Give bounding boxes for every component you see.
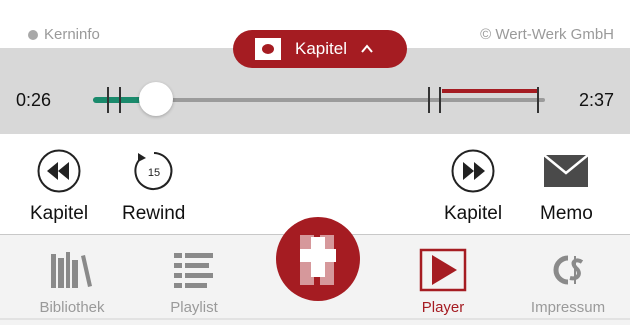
kerninfo-label: Kerninfo: [44, 26, 100, 43]
tab-playlist-label: Playlist: [170, 299, 218, 316]
dot-icon: [28, 29, 38, 40]
forward-double-icon: [450, 148, 496, 194]
chapter-icon: [255, 38, 281, 60]
envelope-icon: [543, 148, 590, 194]
chapter-tick: [428, 87, 430, 113]
tab-bibliothek-label: Bibliothek: [39, 299, 105, 316]
elapsed-time: 0:26: [16, 90, 52, 110]
previous-chapter-label: Kapitel: [30, 203, 89, 224]
tab-impressum-label: Impressum: [530, 299, 606, 316]
list-icon: [170, 247, 218, 293]
play-icon: [419, 247, 467, 293]
tab-playlist[interactable]: Playlist: [144, 235, 244, 319]
tab-bibliothek[interactable]: Bibliothek: [22, 235, 122, 319]
kerninfo-link[interactable]: Kerninfo: [28, 26, 100, 43]
rewind-15-icon: 15: [131, 148, 177, 194]
tab-player[interactable]: Player: [393, 235, 493, 319]
books-icon: [48, 247, 96, 293]
svg-text:15: 15: [148, 167, 160, 179]
next-chapter-button[interactable]: Kapitel: [444, 148, 502, 225]
next-chapter-label: Kapitel: [444, 203, 503, 224]
memo-button[interactable]: Memo: [540, 148, 593, 225]
rewind-double-icon: [36, 148, 82, 194]
previous-chapter-button[interactable]: Kapitel: [30, 148, 88, 225]
chapter-dropdown-button[interactable]: Kapitel: [233, 30, 407, 68]
memo-label: Memo: [540, 203, 593, 224]
copyright-icon: [544, 247, 592, 293]
chapter-tick: [439, 87, 441, 113]
brand-logo-button[interactable]: [276, 217, 360, 301]
copyright-text: © Wert-Werk GmbH: [480, 26, 614, 43]
rewind-label: Rewind: [122, 203, 186, 224]
chapter-tick: [119, 87, 121, 113]
chapter-dropdown-label: Kapitel: [295, 39, 347, 58]
chevron-up-icon: [361, 44, 373, 53]
tab-player-label: Player: [421, 299, 465, 316]
chapter-tick: [537, 87, 539, 113]
bottom-divider: [0, 318, 630, 320]
total-time: 2:37: [578, 90, 614, 110]
cross-logo-icon: [300, 235, 336, 285]
chapter-tick: [107, 87, 109, 113]
chapter-segment-marker: [442, 89, 538, 93]
rewind-button[interactable]: 15 Rewind: [122, 148, 185, 225]
tab-impressum[interactable]: Impressum: [518, 235, 618, 319]
progress-thumb[interactable]: [139, 82, 174, 116]
